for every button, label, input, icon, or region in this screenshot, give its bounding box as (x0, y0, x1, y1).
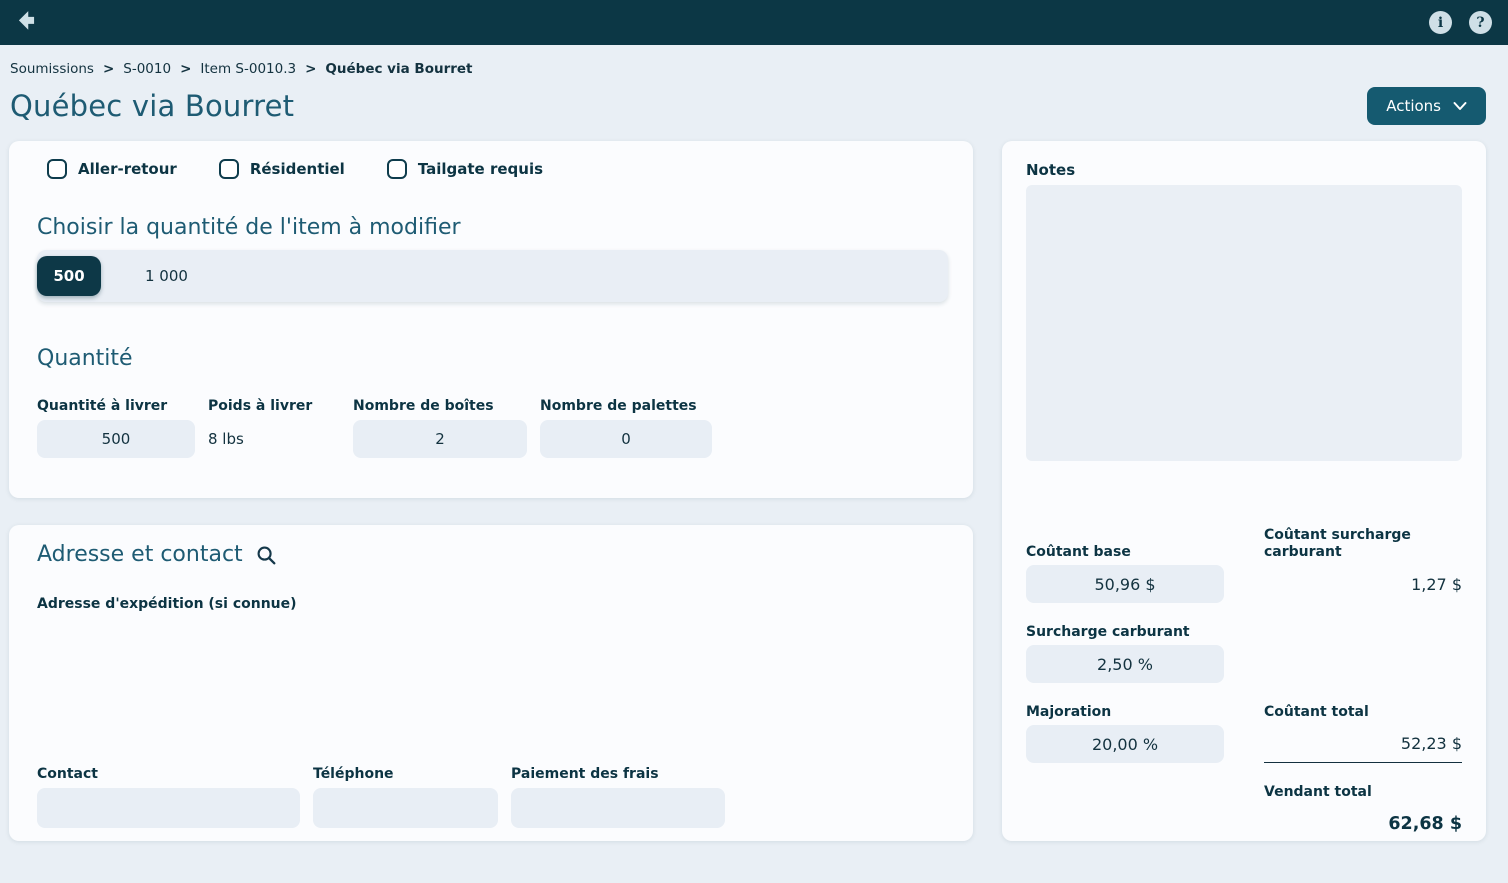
contact-label: Contact (37, 766, 300, 783)
notes-summary-card: Notes Coûtant base Coûtant surcharge car… (1002, 141, 1486, 841)
coutant-base-label: Coûtant base (1026, 544, 1224, 561)
contact-input[interactable] (37, 788, 300, 828)
paiement-des-frais-label: Paiement des frais (511, 766, 725, 783)
address-contact-heading: Adresse et contact (37, 542, 243, 568)
actions-button-label: Actions (1386, 97, 1441, 115)
breadcrumb-separator: > (180, 61, 191, 77)
top-bar: i ? (0, 0, 1508, 45)
quantite-a-livrer-label: Quantité à livrer (37, 398, 195, 415)
coutant-surcharge-carburant-field: Coûtant surcharge carburant 1,27 $ (1264, 527, 1462, 603)
search-icon (256, 545, 277, 566)
breadcrumb-item-s0010-3[interactable]: Item S-0010.3 (200, 61, 296, 77)
tailgate-requis-label: Tailgate requis (418, 160, 543, 178)
coutant-total-label: Coûtant total (1264, 704, 1462, 721)
breadcrumb: Soumissions > S-0010 > Item S-0010.3 > Q… (0, 45, 1508, 77)
poids-a-livrer-field: Poids à livrer 8 lbs (208, 398, 340, 458)
nombre-de-boites-label: Nombre de boîtes (353, 398, 527, 415)
nombre-de-boites-field: Nombre de boîtes (353, 398, 527, 458)
vendant-total-value: 62,68 $ (1264, 805, 1462, 843)
poids-a-livrer-label: Poids à livrer (208, 398, 340, 415)
checkbox-row: Aller-retour Résidentiel Tailgate requis (47, 159, 948, 179)
surcharge-carburant-label: Surcharge carburant (1026, 624, 1224, 641)
vendant-total-field: Vendant total 62,68 $ (1264, 784, 1462, 843)
aller-retour-checkbox-icon[interactable] (47, 159, 67, 179)
actions-button[interactable]: Actions (1367, 87, 1486, 125)
cost-grid: Coûtant base Coûtant surcharge carburant… (1026, 527, 1462, 843)
telephone-label: Téléphone (313, 766, 498, 783)
breadcrumb-s0010[interactable]: S-0010 (123, 61, 171, 77)
quantity-section-heading: Quantité (37, 346, 948, 372)
address-heading-row: Adresse et contact (37, 542, 948, 568)
main-content: Aller-retour Résidentiel Tailgate requis… (0, 141, 1508, 841)
coutant-base-field: Coûtant base (1026, 544, 1224, 603)
paiement-des-frais-input[interactable] (511, 788, 725, 828)
aller-retour-label: Aller-retour (78, 160, 177, 178)
telephone-input[interactable] (313, 788, 498, 828)
breadcrumb-separator: > (103, 61, 114, 77)
quantity-selector-heading: Choisir la quantité de l'item à modifier (37, 215, 948, 241)
checkbox-residentiel[interactable]: Résidentiel (219, 159, 345, 179)
coutant-surcharge-carburant-label: Coûtant surcharge carburant (1264, 527, 1462, 561)
shipping-address-label: Adresse d'expédition (si connue) (37, 596, 948, 612)
poids-a-livrer-value: 8 lbs (208, 420, 340, 458)
quantity-toggle-bar: 500 1 000 (37, 250, 948, 302)
surcharge-carburant-field: Surcharge carburant (1026, 624, 1224, 683)
majoration-field: Majoration (1026, 704, 1224, 763)
breadcrumb-current: Québec via Bourret (325, 61, 472, 77)
majoration-label: Majoration (1026, 704, 1224, 721)
checkbox-aller-retour[interactable]: Aller-retour (47, 159, 177, 179)
back-arrow-icon (16, 7, 44, 39)
options-quantity-card: Aller-retour Résidentiel Tailgate requis… (9, 141, 973, 498)
notes-label: Notes (1026, 161, 1462, 179)
coutant-base-input[interactable] (1026, 565, 1224, 603)
breadcrumb-soumissions[interactable]: Soumissions (10, 61, 94, 77)
notes-textarea[interactable] (1026, 185, 1462, 461)
telephone-field: Téléphone (313, 766, 498, 828)
title-row: Québec via Bourret Actions (0, 77, 1508, 141)
paiement-des-frais-field: Paiement des frais (511, 766, 725, 828)
back-button[interactable] (16, 8, 46, 38)
left-column: Aller-retour Résidentiel Tailgate requis… (9, 141, 973, 841)
info-icon[interactable]: i (1429, 11, 1452, 34)
quantity-option-500[interactable]: 500 (37, 256, 101, 296)
nombre-de-palettes-label: Nombre de palettes (540, 398, 712, 415)
quantity-option-1000[interactable]: 1 000 (145, 267, 188, 285)
checkbox-tailgate-requis[interactable]: Tailgate requis (387, 159, 543, 179)
address-search-button[interactable] (256, 545, 277, 566)
vendant-total-label: Vendant total (1264, 784, 1462, 801)
breadcrumb-separator: > (305, 61, 316, 77)
nombre-de-palettes-field: Nombre de palettes (540, 398, 712, 458)
coutant-total-value: 52,23 $ (1264, 725, 1462, 763)
quantite-a-livrer-input[interactable] (37, 420, 195, 458)
nombre-de-palettes-input[interactable] (540, 420, 712, 458)
coutant-surcharge-carburant-value: 1,27 $ (1264, 565, 1462, 603)
residentiel-checkbox-icon[interactable] (219, 159, 239, 179)
tailgate-requis-checkbox-icon[interactable] (387, 159, 407, 179)
coutant-total-field: Coûtant total 52,23 $ (1264, 704, 1462, 763)
quantite-a-livrer-field: Quantité à livrer (37, 398, 195, 458)
contact-field: Contact (37, 766, 300, 828)
contact-fields-row: Contact Téléphone Paiement des frais (37, 766, 948, 828)
quantity-fields-row: Quantité à livrer Poids à livrer 8 lbs N… (37, 398, 948, 458)
address-contact-card: Adresse et contact Adresse d'expédition … (9, 525, 973, 841)
residentiel-label: Résidentiel (250, 160, 345, 178)
nombre-de-boites-input[interactable] (353, 420, 527, 458)
page-title: Québec via Bourret (10, 89, 294, 123)
chevron-down-icon (1453, 101, 1467, 111)
majoration-input[interactable] (1026, 725, 1224, 763)
help-icon[interactable]: ? (1469, 11, 1492, 34)
surcharge-carburant-input[interactable] (1026, 645, 1224, 683)
